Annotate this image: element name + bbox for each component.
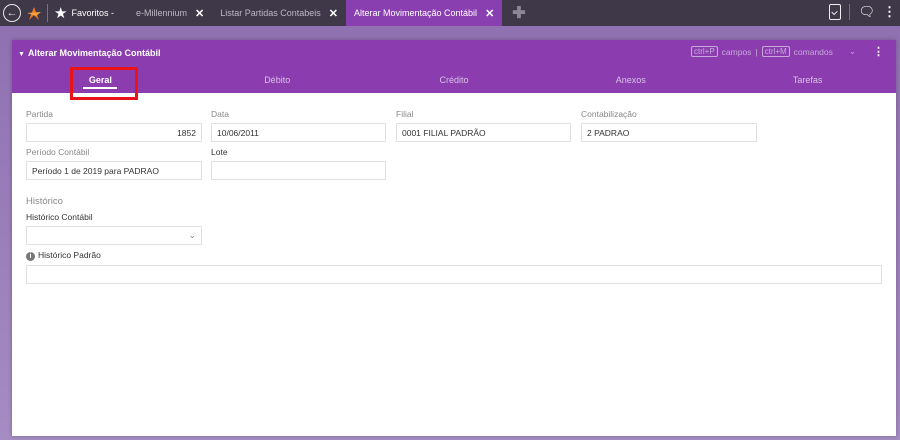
app-logo-icon[interactable] (27, 5, 41, 21)
historico-contabil-label: Histórico Contábil (26, 212, 93, 222)
tab-tarefas[interactable]: Tarefas (719, 70, 896, 93)
tab-label: e-Millennium (135, 8, 187, 18)
tab-debito[interactable]: Débito (189, 70, 366, 93)
partida-input[interactable]: 1852 (26, 123, 202, 142)
info-icon[interactable]: i (26, 252, 35, 261)
chevron-down-icon[interactable]: ⌄ (849, 46, 856, 57)
panel-header: ▼ Alterar Movimentação Contábil ctrl+P ca… (12, 40, 896, 93)
tab-geral[interactable]: Geral (12, 70, 189, 93)
collapse-triangle-icon[interactable]: ▼ (18, 51, 25, 58)
keyboard-shortcuts: ctrl+P campos | ctrl+M comandos ⌄ (691, 46, 856, 57)
lote-label: Lote (211, 147, 228, 157)
star-icon[interactable]: ★ (54, 6, 67, 21)
panel-title[interactable]: ▼ Alterar Movimentação Contábil (18, 48, 160, 58)
data-field: Data 10/06/2011 (211, 109, 386, 142)
historico-padrao-input[interactable] (26, 265, 882, 284)
periodo-label: Período Contábil (26, 147, 90, 157)
contabilizacao-field: Contabilização 2 PADRAO (581, 109, 757, 142)
main-panel: ▼ Alterar Movimentação Contábil ctrl+P ca… (12, 40, 896, 436)
partida-label: Partida (26, 109, 53, 119)
shortcut-label-campos: campos (721, 46, 752, 57)
tab-anexos[interactable]: Anexos (542, 70, 719, 93)
section-tabs: Geral Débito Crédito Anexos Tarefas (12, 70, 896, 93)
shortcut-key-campos: ctrl+P (691, 46, 718, 57)
historico-padrao-label: Histórico Padrão (38, 250, 101, 260)
filial-input[interactable]: 0001 FILIAL PADRÃO (396, 123, 571, 142)
shortcut-label-comandos: comandos (793, 46, 833, 57)
top-right-tools: 🗨 ⋮ (829, 4, 896, 20)
close-icon[interactable]: ✕ (329, 7, 338, 20)
filial-field: Filial 0001 FILIAL PADRÃO (396, 109, 571, 142)
data-input[interactable]: 10/06/2011 (211, 123, 386, 142)
historico-contabil-field: Histórico Contábil ⌄ (26, 212, 202, 245)
more-vertical-icon[interactable]: ⋮ (883, 4, 896, 20)
filial-label: Filial (396, 109, 414, 119)
tab-e-millennium[interactable]: e-Millennium ✕ (128, 0, 212, 26)
historico-padrao-label-wrap: i Histórico Padrão (26, 250, 882, 261)
divider (849, 4, 851, 20)
close-icon[interactable]: ✕ (485, 7, 494, 20)
lote-input[interactable] (211, 161, 386, 180)
data-label: Data (211, 109, 229, 119)
tab-credito[interactable]: Crédito (366, 70, 543, 93)
periodo-input[interactable]: Período 1 de 2019 para PADRAO (26, 161, 202, 180)
tab-label: Alterar Movimentação Contábil (354, 8, 478, 18)
favorites-menu[interactable]: Favoritos - (71, 8, 114, 18)
contabilizacao-label: Contabilização (581, 109, 637, 119)
app-tab-bar: ← ★ Favoritos - e-Millennium ✕ Listar Pa… (0, 0, 900, 26)
divider (47, 4, 48, 22)
shortcut-key-comandos: ctrl+M (761, 46, 790, 57)
shortcut-separator: | (755, 46, 758, 57)
chevron-down-icon[interactable]: ⌄ (188, 230, 196, 241)
clipboard-check-icon[interactable] (829, 4, 842, 20)
historico-section-title: Histórico (26, 196, 63, 207)
back-icon[interactable]: ← (3, 4, 21, 22)
historico-contabil-select[interactable]: ⌄ (26, 226, 202, 245)
close-icon[interactable]: ✕ (195, 7, 204, 20)
periodo-field: Período Contábil Período 1 de 2019 para … (26, 147, 202, 180)
tab-label: Listar Partidas Contabeis (220, 8, 321, 18)
add-tab-icon[interactable]: ✚ (512, 3, 525, 23)
panel-menu-icon[interactable]: ⋮ (873, 45, 884, 58)
tab-alterar-movimentacao[interactable]: Alterar Movimentação Contábil ✕ (346, 0, 503, 26)
historico-padrao-field: i Histórico Padrão (26, 250, 882, 284)
contabilizacao-input[interactable]: 2 PADRAO (581, 123, 757, 142)
lote-field: Lote (211, 147, 386, 180)
panel-title-text: Alterar Movimentação Contábil (27, 48, 161, 58)
partida-field: Partida 1852 (26, 109, 202, 142)
tab-listar-partidas[interactable]: Listar Partidas Contabeis ✕ (212, 0, 346, 26)
chat-icon[interactable]: 🗨 (858, 4, 875, 20)
